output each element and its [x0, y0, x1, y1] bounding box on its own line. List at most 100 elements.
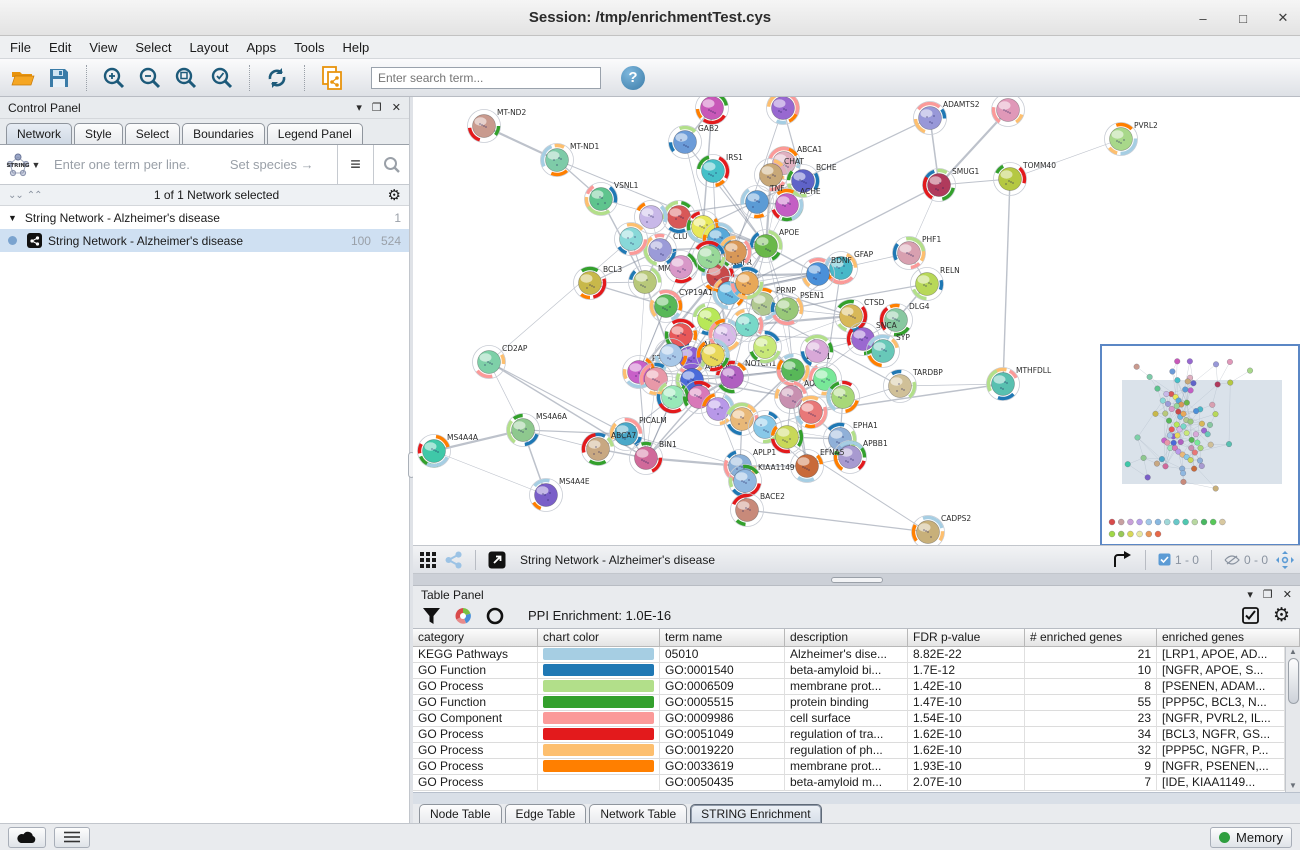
grid-view-icon[interactable]	[419, 551, 437, 569]
panel-close-icon[interactable]: ✕	[392, 101, 401, 114]
clone-network-button[interactable]	[317, 63, 347, 93]
column-header-term-name[interactable]: term name	[660, 629, 785, 647]
open-session-button[interactable]	[8, 63, 38, 93]
network-node[interactable]	[749, 331, 782, 364]
network-node-ms4a4a[interactable]: MS4A4A	[418, 433, 479, 468]
menu-item-edit[interactable]: Edit	[49, 40, 71, 55]
zoom-out-button[interactable]	[135, 63, 165, 93]
network-node[interactable]	[665, 251, 698, 284]
tab-style[interactable]: Style	[74, 123, 123, 144]
string-search-button[interactable]	[373, 145, 409, 184]
scrollbar-thumb[interactable]	[1288, 658, 1299, 704]
table-splitter-handle[interactable]	[831, 577, 883, 583]
tree-expand-icon[interactable]: ▼	[8, 213, 17, 223]
column-header-category[interactable]: category	[413, 629, 538, 647]
network-node[interactable]	[771, 421, 804, 454]
network-node-cadps2[interactable]: CADPS2	[912, 514, 972, 546]
export-network-icon[interactable]	[1113, 551, 1133, 569]
remove-chart-icon[interactable]	[486, 607, 504, 625]
panel-float-icon[interactable]: ❐	[1263, 588, 1273, 601]
tab-edge-table[interactable]: Edge Table	[505, 804, 587, 823]
column-header-description[interactable]: description	[785, 629, 908, 647]
network-node-vsnl1[interactable]: VSNL1	[585, 181, 639, 216]
filter-icon[interactable]	[423, 608, 440, 624]
tab-legend-panel[interactable]: Legend Panel	[267, 123, 363, 144]
network-row[interactable]: String Network - Alzheimer's disease 100…	[0, 229, 409, 252]
query-options-button[interactable]: ≡	[337, 145, 373, 184]
network-node[interactable]	[801, 335, 834, 368]
tab-string-enrichment[interactable]: STRING Enrichment	[690, 804, 821, 823]
network-node[interactable]	[767, 97, 800, 125]
collapse-all-icon[interactable]: ⌄⌄	[8, 190, 23, 201]
network-node-mthfdll[interactable]: MTHFDLL	[987, 366, 1052, 401]
network-node-syp[interactable]: SYP	[867, 333, 911, 368]
task-history-button[interactable]	[54, 827, 90, 848]
network-node-phf1[interactable]: PHF1	[893, 235, 942, 270]
table-row[interactable]: GO ProcessGO:0019220regulation of ph...1…	[413, 743, 1285, 759]
scroll-down-icon[interactable]: ▼	[1289, 781, 1297, 790]
save-session-button[interactable]	[44, 63, 74, 93]
network-node-dlg4[interactable]: DLG4	[880, 302, 930, 337]
table-horizontal-scrollbar[interactable]	[413, 792, 1300, 804]
maximize-button[interactable]: □	[1236, 11, 1250, 26]
network-node-ms4a6a[interactable]: MS4A6A	[507, 412, 568, 447]
species-hint[interactable]: Set species →	[230, 157, 314, 172]
table-row[interactable]: GO ProcessGO:0006509membrane prot...1.42…	[413, 679, 1285, 695]
network-collection-row[interactable]: ▼ String Network - Alzheimer's disease 1	[0, 206, 409, 229]
string-database-selector[interactable]: STRING ▼	[0, 152, 46, 178]
table-settings-gear-icon[interactable]: ⚙	[1273, 604, 1290, 627]
menu-item-view[interactable]: View	[89, 40, 117, 55]
table-row[interactable]: KEGG Pathways05010Alzheimer's dise...8.8…	[413, 647, 1285, 663]
column-header-enriched-genes[interactable]: enriched genes	[1157, 629, 1300, 647]
menu-item-tools[interactable]: Tools	[294, 40, 324, 55]
chart-settings-icon[interactable]	[454, 607, 472, 625]
tab-node-table[interactable]: Node Table	[419, 804, 502, 823]
network-node[interactable]	[615, 223, 648, 256]
birdseye-view[interactable]	[1100, 344, 1300, 546]
network-node-mt-nd2[interactable]: MT-ND2	[468, 108, 527, 143]
table-row[interactable]: GO ProcessGO:0051049regulation of tra...…	[413, 727, 1285, 743]
network-node[interactable]	[992, 97, 1025, 127]
network-node-pvrl2[interactable]: PVRL2	[1105, 121, 1159, 156]
network-node-ms4a4e[interactable]: MS4A4E	[530, 477, 590, 512]
zoom-fit-button[interactable]	[171, 63, 201, 93]
panel-float-icon[interactable]: ❐	[372, 101, 382, 114]
string-term-input[interactable]: Enter one term per line. Set species →	[46, 157, 337, 172]
network-node[interactable]	[726, 403, 759, 436]
column-header--enriched-genes[interactable]: # enriched genes	[1025, 629, 1157, 647]
menu-item-apps[interactable]: Apps	[247, 40, 277, 55]
refresh-button[interactable]	[262, 63, 292, 93]
menu-item-select[interactable]: Select	[135, 40, 171, 55]
cloud-button[interactable]	[8, 827, 46, 848]
memory-button[interactable]: Memory	[1210, 827, 1292, 848]
menu-item-file[interactable]: File	[10, 40, 31, 55]
table-row[interactable]: GO ProcessGO:0050435beta-amyloid m...2.0…	[413, 775, 1285, 791]
network-node[interactable]	[795, 396, 828, 429]
open-in-window-icon[interactable]	[488, 551, 506, 569]
expand-all-icon[interactable]: ⌃⌃	[27, 190, 42, 201]
table-row[interactable]: GO FunctionGO:0001540beta-amyloid bi...1…	[413, 663, 1285, 679]
panel-menu-icon[interactable]: ▾	[356, 101, 362, 114]
zoom-in-button[interactable]	[99, 63, 129, 93]
table-row[interactable]: GO ComponentGO:0009986cell surface1.54E-…	[413, 711, 1285, 727]
search-input[interactable]	[371, 67, 601, 89]
network-node[interactable]	[696, 97, 729, 125]
tab-network-table[interactable]: Network Table	[589, 804, 687, 823]
column-header-fdr-p-value[interactable]: FDR p-value	[908, 629, 1025, 647]
network-node-cd2ap[interactable]: CD2AP	[473, 344, 528, 379]
panel-menu-icon[interactable]: ▾	[1247, 588, 1253, 601]
share-network-icon[interactable]	[445, 551, 463, 569]
table-row[interactable]: GO FunctionGO:0005515protein binding1.47…	[413, 695, 1285, 711]
help-button[interactable]: ?	[621, 66, 645, 90]
menu-item-help[interactable]: Help	[343, 40, 370, 55]
table-splitter[interactable]	[413, 574, 1300, 586]
network-node[interactable]	[731, 309, 764, 342]
network-node-bace2[interactable]: BACE2	[731, 492, 786, 527]
panel-close-icon[interactable]: ✕	[1283, 588, 1292, 601]
network-node-apoe[interactable]: APOE	[750, 228, 800, 263]
table-row[interactable]: GO ProcessGO:0033619membrane prot...1.93…	[413, 759, 1285, 775]
column-header-chart-color[interactable]: chart color	[538, 629, 660, 647]
network-node-reln[interactable]: RELN	[911, 266, 960, 301]
tab-network[interactable]: Network	[6, 123, 72, 144]
network-canvas[interactable]: MT-ND2MT-ND1VSNL1GAB2IRS1ABCA1CHATBCHEAC…	[413, 97, 1300, 546]
